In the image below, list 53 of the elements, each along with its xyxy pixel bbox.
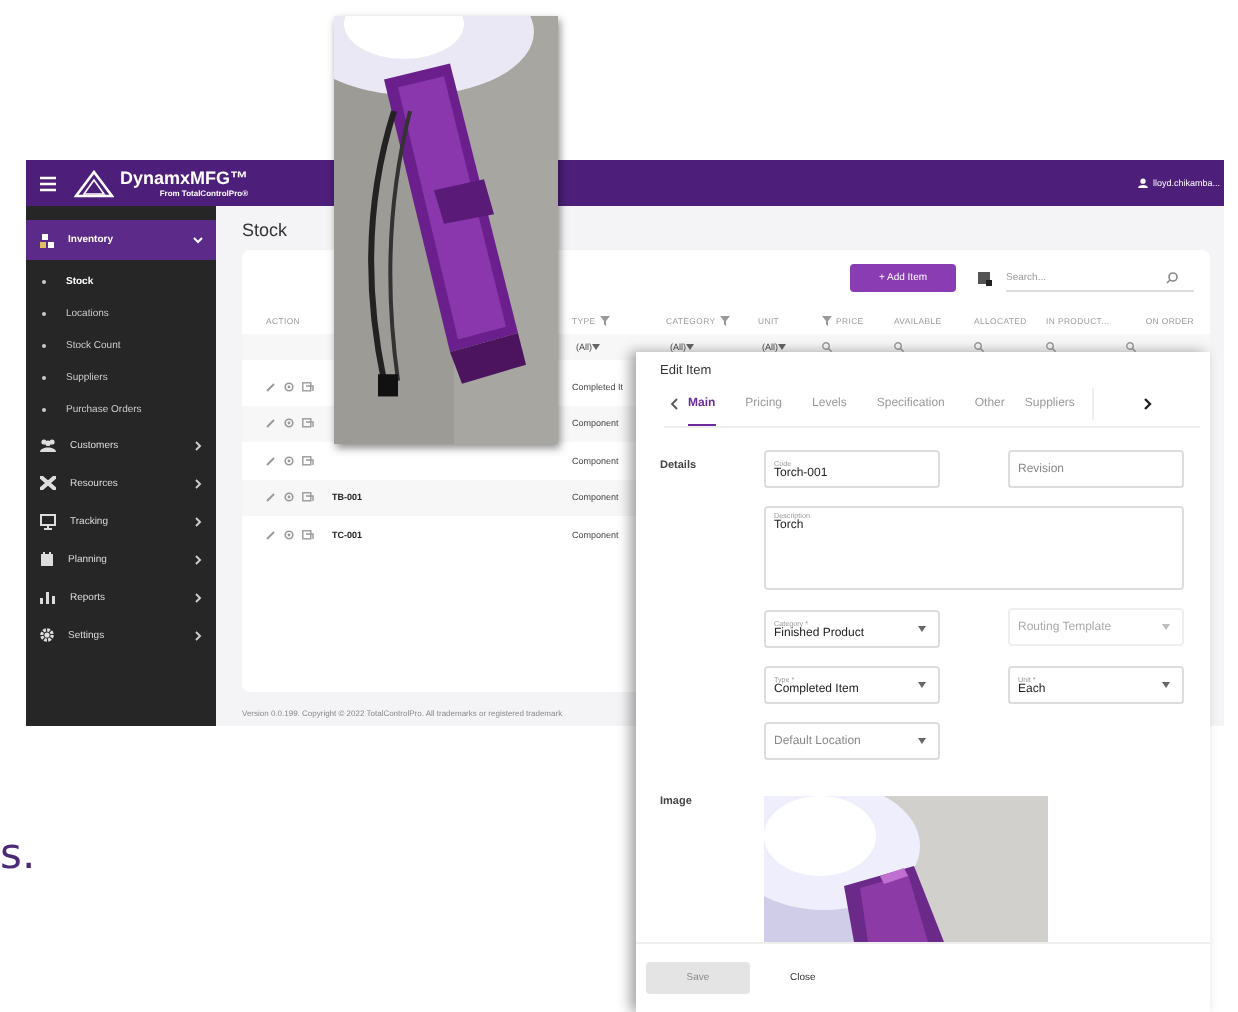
chevron-down-icon [192, 234, 204, 246]
search-icon[interactable] [1126, 342, 1136, 352]
copy-icon[interactable] [302, 418, 314, 429]
chevron-right-icon [1143, 398, 1152, 410]
filter-icon[interactable] [822, 315, 832, 325]
pencil-icon[interactable] [266, 381, 276, 392]
chevron-left-icon[interactable] [670, 398, 678, 410]
tools-icon [40, 476, 56, 490]
caret-icon [592, 344, 600, 350]
chevron-right-icon [192, 629, 204, 641]
gear-icon[interactable] [284, 455, 294, 466]
pencil-icon[interactable] [266, 418, 276, 429]
settings-icon [40, 628, 54, 642]
calendar-icon [40, 552, 54, 566]
chevron-right-icon [192, 591, 204, 603]
chart-icon [40, 590, 56, 604]
chevron-right-icon [192, 477, 204, 489]
user-icon [1138, 178, 1149, 188]
promo-text: s. [0, 830, 36, 878]
pencil-icon[interactable] [266, 529, 276, 540]
caret-icon [918, 682, 926, 688]
menu-icon[interactable] [40, 175, 56, 191]
page-title: Stock [242, 218, 290, 244]
gear-icon[interactable] [284, 418, 294, 429]
pencil-icon[interactable] [266, 455, 276, 466]
copy-icon[interactable] [302, 529, 314, 540]
caret-icon [918, 626, 926, 632]
monitor-icon [40, 513, 56, 529]
logo-icon [74, 169, 114, 197]
search-icon[interactable] [974, 342, 984, 352]
copy-icon[interactable] [302, 381, 314, 392]
caret-icon [1162, 624, 1170, 630]
filter-icon[interactable] [719, 315, 730, 325]
column-chooser-icon[interactable] [978, 271, 992, 285]
gear-icon[interactable] [284, 492, 294, 503]
boxes-icon [40, 233, 54, 247]
people-icon [40, 438, 56, 452]
chevron-right-icon [192, 553, 204, 565]
search-icon[interactable] [1046, 342, 1056, 352]
search-icon[interactable] [822, 342, 832, 352]
caret-icon [918, 738, 926, 744]
search-icon[interactable] [894, 342, 904, 352]
search-icon [1166, 271, 1178, 283]
filter-icon[interactable] [599, 315, 610, 325]
chevron-right-icon [192, 439, 204, 451]
brand-name: DynamxMFG™ [120, 168, 249, 188]
pencil-icon[interactable] [266, 492, 276, 503]
chevron-right-icon [192, 515, 204, 527]
copy-icon[interactable] [302, 455, 314, 466]
gear-icon[interactable] [284, 529, 294, 540]
gear-icon[interactable] [284, 381, 294, 392]
caret-icon [1162, 682, 1170, 688]
copy-icon[interactable] [302, 492, 314, 503]
